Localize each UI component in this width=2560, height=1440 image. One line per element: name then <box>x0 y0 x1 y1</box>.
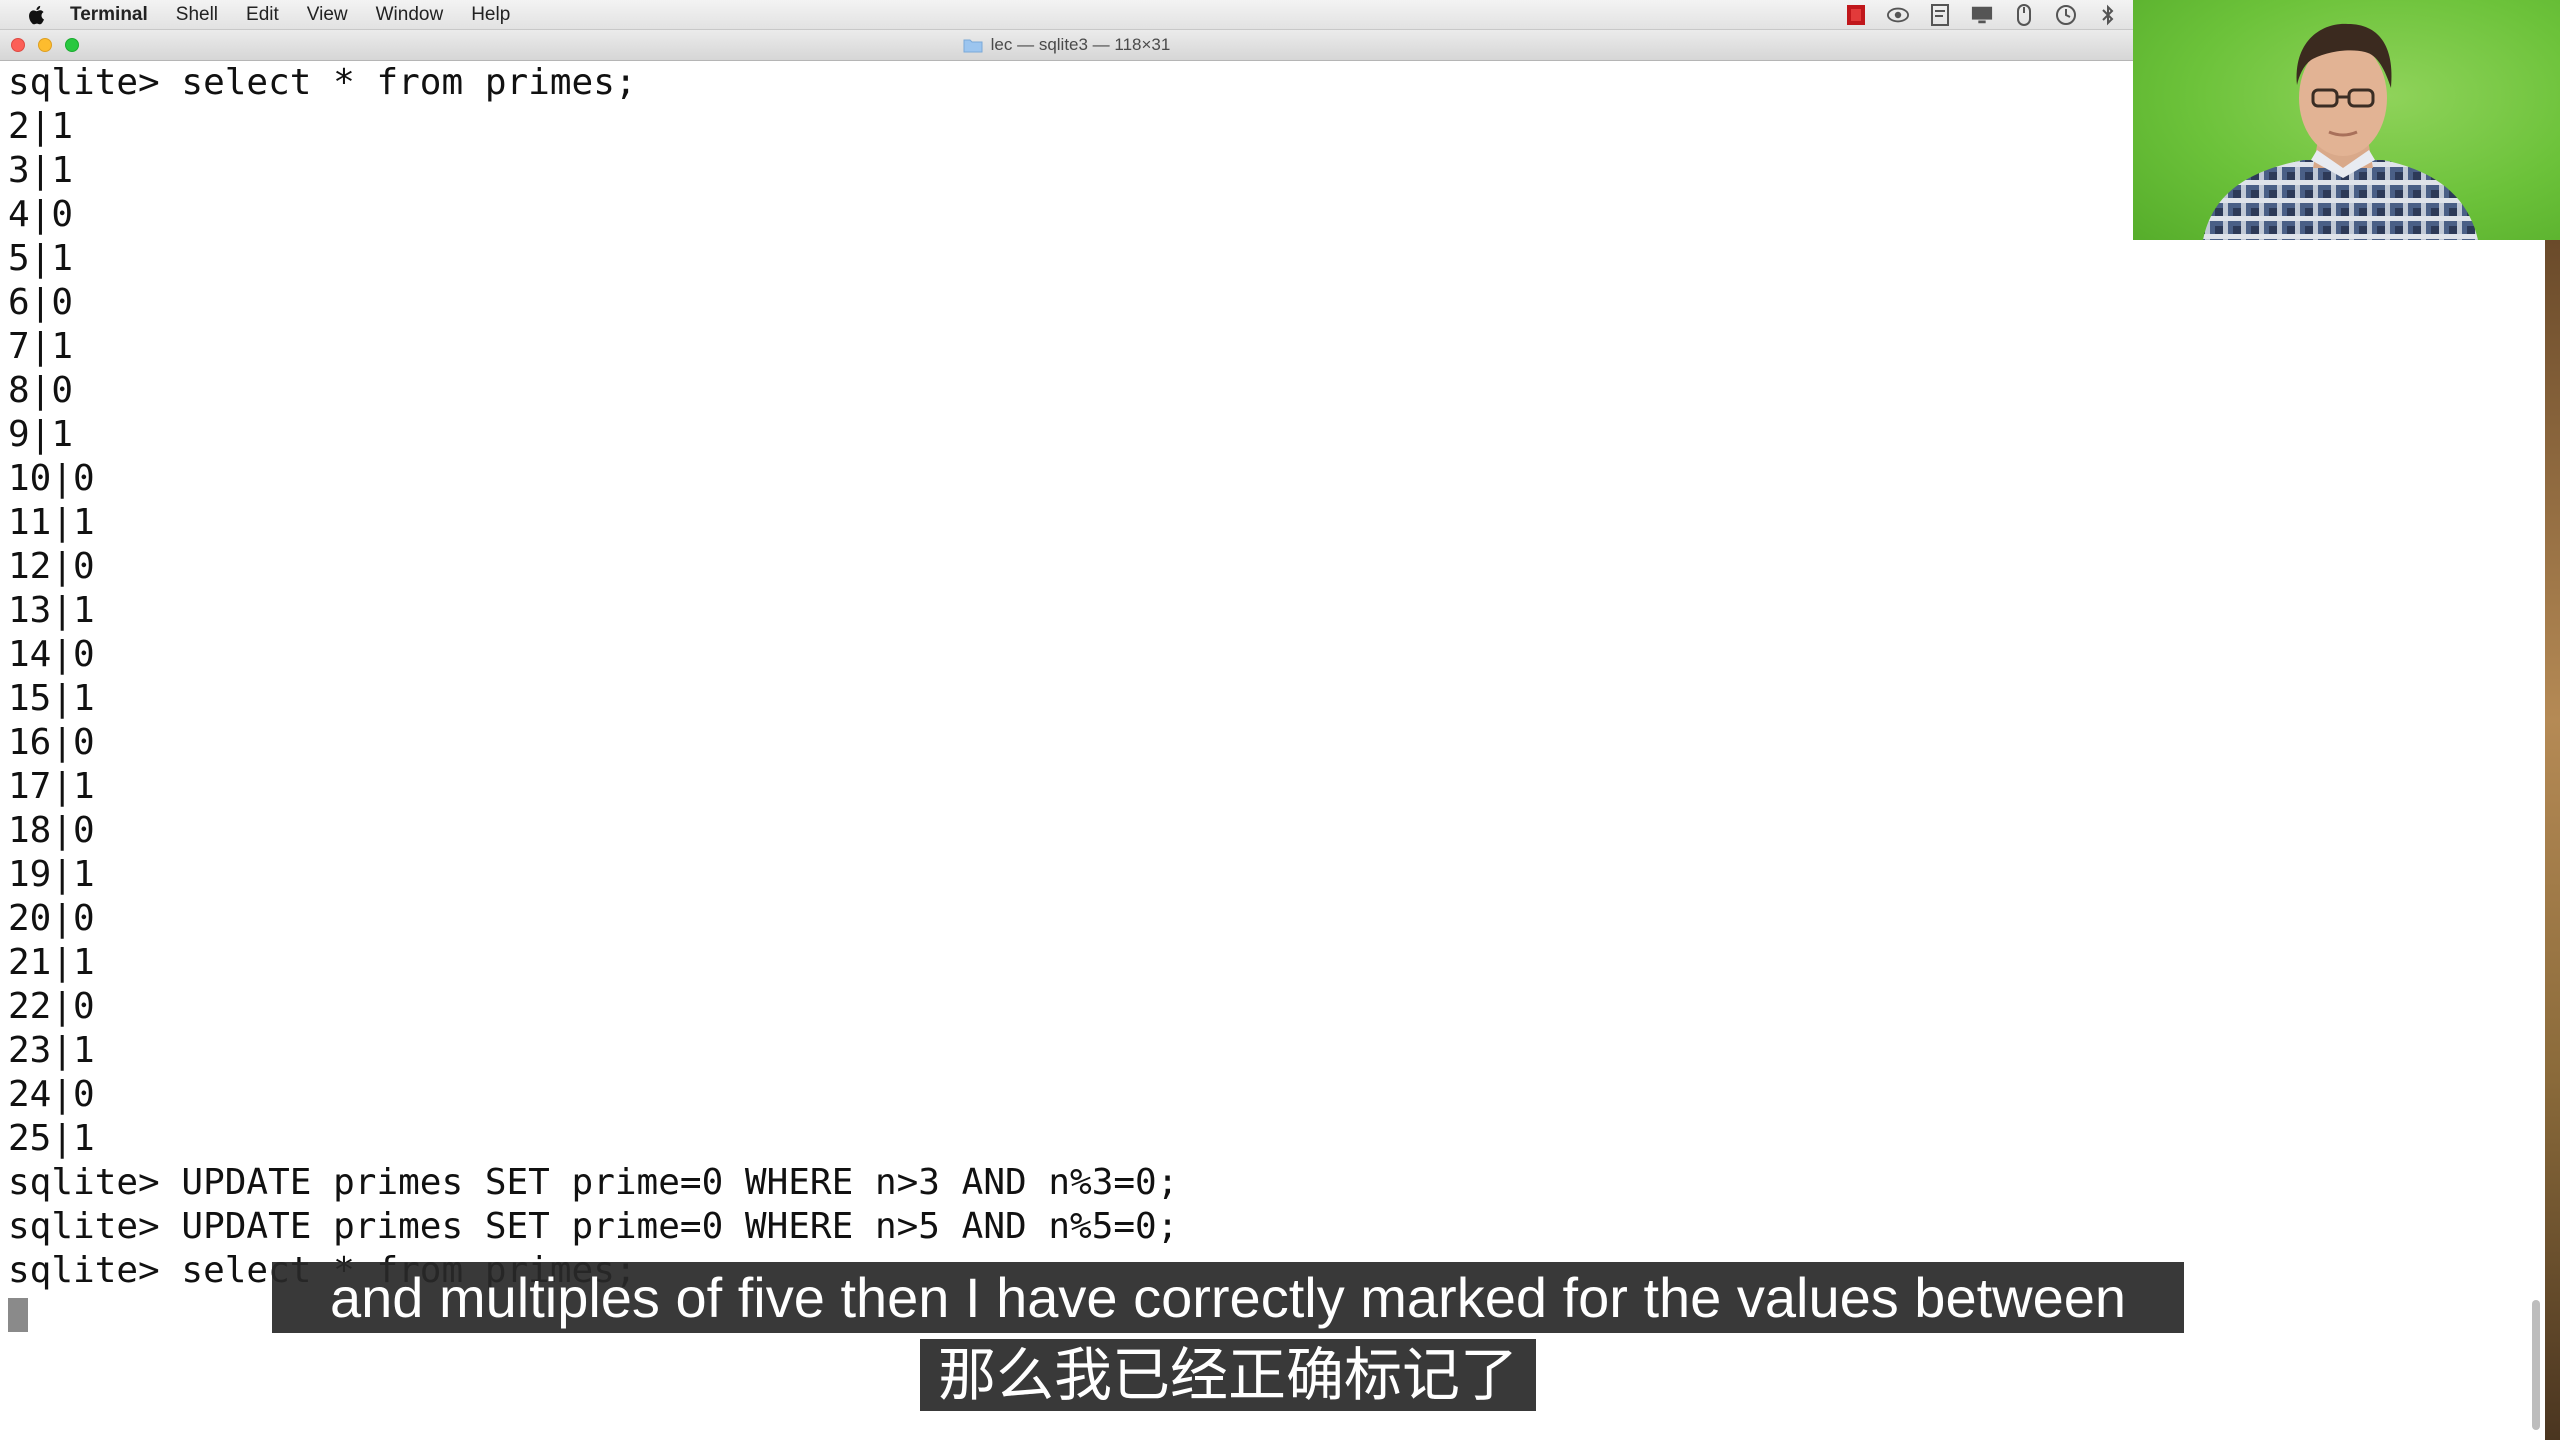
apple-icon[interactable] <box>26 3 48 27</box>
menu-app-terminal[interactable]: Terminal <box>70 4 148 26</box>
menu-help[interactable]: Help <box>471 4 510 26</box>
status-icons <box>1845 0 2119 30</box>
terminal-line: 22|0 <box>8 986 95 1027</box>
notes-icon[interactable] <box>1929 4 1951 26</box>
terminal-line: 16|0 <box>8 722 95 763</box>
time-machine-icon[interactable] <box>2055 4 2077 26</box>
window-title-text: lec — sqlite3 — 118×31 <box>990 35 1171 54</box>
terminal-line: sqlite> select * from primes; <box>8 62 637 103</box>
terminal-line: 19|1 <box>8 854 95 895</box>
terminal-line: 8|0 <box>8 370 74 411</box>
terminal-line: 3|1 <box>8 150 74 191</box>
mouse-icon[interactable] <box>2013 4 2035 26</box>
terminal-line: 11|1 <box>8 502 95 543</box>
terminal-line: 18|0 <box>8 810 95 851</box>
terminal-line: 21|1 <box>8 942 95 983</box>
text-cursor <box>8 1298 28 1332</box>
menu-bar: Terminal Shell Edit View Window Help <box>0 0 2133 30</box>
record-icon[interactable] <box>1845 4 1867 26</box>
menu-shell[interactable]: Shell <box>176 4 218 26</box>
presenter-image <box>2203 23 2478 240</box>
terminal-line: 24|0 <box>8 1074 95 1115</box>
menu-edit[interactable]: Edit <box>246 4 279 26</box>
eye-icon[interactable] <box>1887 4 1909 26</box>
terminal-scrollbar[interactable] <box>2532 1300 2540 1430</box>
terminal-line: 17|1 <box>8 766 95 807</box>
terminal-line: 5|1 <box>8 238 74 279</box>
terminal-line: 14|0 <box>8 634 95 675</box>
menu-window[interactable]: Window <box>376 4 444 26</box>
terminal-output[interactable]: sqlite> select * from primes; 2|1 3|1 4|… <box>0 61 2133 1440</box>
folder-icon <box>963 37 983 53</box>
terminal-line: 20|0 <box>8 898 95 939</box>
bluetooth-icon[interactable] <box>2097 4 2119 26</box>
desktop-edge <box>2133 240 2560 1440</box>
webcam-overlay <box>2133 0 2560 240</box>
screen: Terminal Shell Edit View Window Help lec… <box>0 0 2560 1440</box>
subtitle-english: and multiples of five then I have correc… <box>272 1262 2184 1333</box>
terminal-line: 12|0 <box>8 546 95 587</box>
terminal-line: sqlite> UPDATE primes SET prime=0 WHERE … <box>8 1206 1179 1247</box>
terminal-line: 25|1 <box>8 1118 95 1159</box>
terminal-line: 10|0 <box>8 458 95 499</box>
menu-view[interactable]: View <box>307 4 348 26</box>
desktop-wallpaper-strip <box>2545 240 2560 1440</box>
terminal-line: 4|0 <box>8 194 74 235</box>
window-titlebar[interactable]: lec — sqlite3 — 118×31 <box>0 30 2133 61</box>
terminal-line: 9|1 <box>8 414 74 455</box>
terminal-lines: sqlite> select * from primes; 2|1 3|1 4|… <box>8 61 1178 1337</box>
terminal-line: sqlite> UPDATE primes SET prime=0 WHERE … <box>8 1162 1179 1203</box>
subtitle-chinese: 那么我已经正确标记了 <box>920 1339 1536 1411</box>
terminal-line: 2|1 <box>8 106 74 147</box>
terminal-line: 15|1 <box>8 678 95 719</box>
window-title: lec — sqlite3 — 118×31 <box>0 30 2133 60</box>
terminal-line: 13|1 <box>8 590 95 631</box>
terminal-line: 23|1 <box>8 1030 95 1071</box>
display-icon[interactable] <box>1971 4 1993 26</box>
terminal-line: 7|1 <box>8 326 74 367</box>
terminal-line: 6|0 <box>8 282 74 323</box>
